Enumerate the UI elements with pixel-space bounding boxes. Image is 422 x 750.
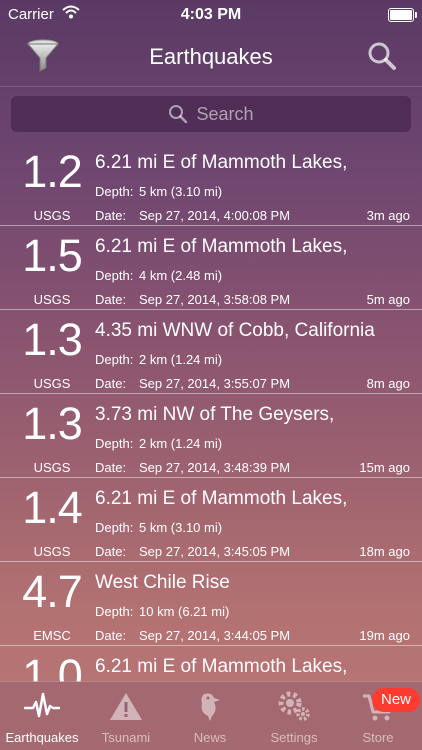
depth-line: Depth: 5 km (3.10 mi) xyxy=(95,184,222,199)
depth-label: Depth: xyxy=(95,352,134,367)
battery-icon xyxy=(388,8,417,22)
tab-label: News xyxy=(193,730,227,745)
depth-label: Depth: xyxy=(95,436,134,451)
depth-label: Depth: xyxy=(95,184,134,199)
location: West Chile Rise xyxy=(95,572,230,593)
time-ago: 8m ago xyxy=(366,376,410,391)
date-value: Sep 27, 2014, 3:58:08 PM xyxy=(139,292,291,307)
divider xyxy=(0,86,422,87)
source: USGS xyxy=(33,460,71,475)
list-item[interactable]: 1.4 USGS 6.21 mi E of Mammoth Lakes, Dep… xyxy=(0,478,422,562)
tab-label: Settings xyxy=(270,730,318,745)
depth-value: 2 km (1.24 mi) xyxy=(139,352,223,367)
seismograph-icon xyxy=(24,692,60,718)
time-ago: 18m ago xyxy=(359,544,410,559)
list-item[interactable]: 1.0 6.21 mi E of Mammoth Lakes, xyxy=(0,646,422,682)
source: USGS xyxy=(33,208,71,223)
tab-label: Earthquakes xyxy=(5,730,79,745)
tab-label: Store xyxy=(362,730,394,745)
depth-line: Depth: 5 km (3.10 mi) xyxy=(95,520,222,535)
tab-bar: Earthquakes Tsunami News Settings Store xyxy=(0,681,422,750)
date-value: Sep 27, 2014, 3:48:39 PM xyxy=(139,460,291,475)
list-item[interactable]: 4.7 EMSC West Chile Rise Depth: 10 km (6.… xyxy=(0,562,422,646)
time-ago: 19m ago xyxy=(359,628,410,643)
tab-settings[interactable]: Settings xyxy=(252,682,336,750)
source: USGS xyxy=(33,292,71,307)
search-icon xyxy=(169,105,188,124)
list-item[interactable]: 1.3 USGS 3.73 mi NW of The Geysers, Dept… xyxy=(0,394,422,478)
location: 6.21 mi E of Mammoth Lakes, xyxy=(95,656,348,677)
list-item[interactable]: 1.3 USGS 4.35 mi WNW of Cobb, California… xyxy=(0,310,422,394)
depth-line: Depth: 10 km (6.21 mi) xyxy=(95,604,229,619)
date-line: Date: Sep 27, 2014, 3:45:05 PM xyxy=(95,544,290,559)
date-value: Sep 27, 2014, 4:00:08 PM xyxy=(139,208,291,223)
magnitude: 1.5 xyxy=(22,230,83,281)
magnitude: 1.3 xyxy=(22,398,83,449)
magnitude: 1.0 xyxy=(22,650,83,682)
date-line: Date: Sep 27, 2014, 3:55:07 PM xyxy=(95,376,290,391)
source: USGS xyxy=(33,544,71,559)
date-value: Sep 27, 2014, 3:44:05 PM xyxy=(139,628,291,643)
magnitude: 4.7 xyxy=(22,566,83,617)
time-ago: 5m ago xyxy=(366,292,410,307)
warning-icon xyxy=(110,693,142,720)
bird-icon xyxy=(201,693,220,721)
depth-line: Depth: 4 km (2.48 mi) xyxy=(95,268,222,283)
source: USGS xyxy=(33,376,71,391)
magnitude: 1.2 xyxy=(22,146,83,197)
earthquake-list[interactable]: 1.2 USGS 6.21 mi E of Mammoth Lakes, Dep… xyxy=(0,142,422,682)
magnitude: 1.4 xyxy=(22,482,83,533)
tab-earthquakes[interactable]: Earthquakes xyxy=(0,682,84,750)
date-line: Date: Sep 27, 2014, 3:48:39 PM xyxy=(95,460,290,475)
depth-line: Depth: 2 km (1.24 mi) xyxy=(95,436,222,451)
time-ago: 15m ago xyxy=(359,460,410,475)
date-label: Date: xyxy=(95,208,127,223)
date-line: Date: Sep 27, 2014, 3:58:08 PM xyxy=(95,292,290,307)
depth-label: Depth: xyxy=(95,604,134,619)
depth-value: 2 km (1.24 mi) xyxy=(139,436,223,451)
time-ago: 3m ago xyxy=(366,208,410,223)
depth-label: Depth: xyxy=(95,268,134,283)
location: 3.73 mi NW of The Geysers, xyxy=(95,404,335,425)
date-label: Date: xyxy=(95,292,127,307)
tab-label: Tsunami xyxy=(101,730,151,745)
depth-value: 4 km (2.48 mi) xyxy=(139,268,223,283)
date-label: Date: xyxy=(95,628,127,643)
date-line: Date: Sep 27, 2014, 3:44:05 PM xyxy=(95,628,290,643)
location: 4.35 mi WNW of Cobb, California xyxy=(95,320,375,341)
date-label: Date: xyxy=(95,460,127,475)
gears-icon xyxy=(278,691,310,721)
status-bar: Carrier 4:03 PM xyxy=(0,0,422,28)
search-button[interactable] xyxy=(366,40,398,72)
location: 6.21 mi E of Mammoth Lakes, xyxy=(95,152,348,173)
search-icon xyxy=(368,42,396,70)
tab-news[interactable]: News xyxy=(168,682,252,750)
date-label: Date: xyxy=(95,544,127,559)
depth-value: 5 km (3.10 mi) xyxy=(139,520,223,535)
depth-line: Depth: 2 km (1.24 mi) xyxy=(95,352,222,367)
tab-tsunami[interactable]: Tsunami xyxy=(84,682,168,750)
location: 6.21 mi E of Mammoth Lakes, xyxy=(95,488,348,509)
date-line: Date: Sep 27, 2014, 4:00:08 PM xyxy=(95,208,290,223)
page-title: Earthquakes xyxy=(149,44,273,69)
depth-label: Depth: xyxy=(95,520,134,535)
list-item[interactable]: 1.5 USGS 6.21 mi E of Mammoth Lakes, Dep… xyxy=(0,226,422,310)
search-placeholder: Search xyxy=(196,103,254,124)
magnitude: 1.3 xyxy=(22,314,83,365)
clock: 4:03 PM xyxy=(180,6,242,23)
date-value: Sep 27, 2014, 3:45:05 PM xyxy=(139,544,291,559)
nav-bar: Earthquakes xyxy=(0,28,422,86)
location: 6.21 mi E of Mammoth Lakes, xyxy=(95,236,348,257)
list-item[interactable]: 1.2 USGS 6.21 mi E of Mammoth Lakes, Dep… xyxy=(0,142,422,226)
date-value: Sep 27, 2014, 3:55:07 PM xyxy=(139,376,291,391)
date-label: Date: xyxy=(95,376,127,391)
source: EMSC xyxy=(33,628,71,643)
depth-value: 5 km (3.10 mi) xyxy=(139,184,223,199)
depth-value: 10 km (6.21 mi) xyxy=(139,604,230,619)
new-badge: New xyxy=(372,688,420,712)
search-input[interactable]: Search xyxy=(11,96,411,132)
